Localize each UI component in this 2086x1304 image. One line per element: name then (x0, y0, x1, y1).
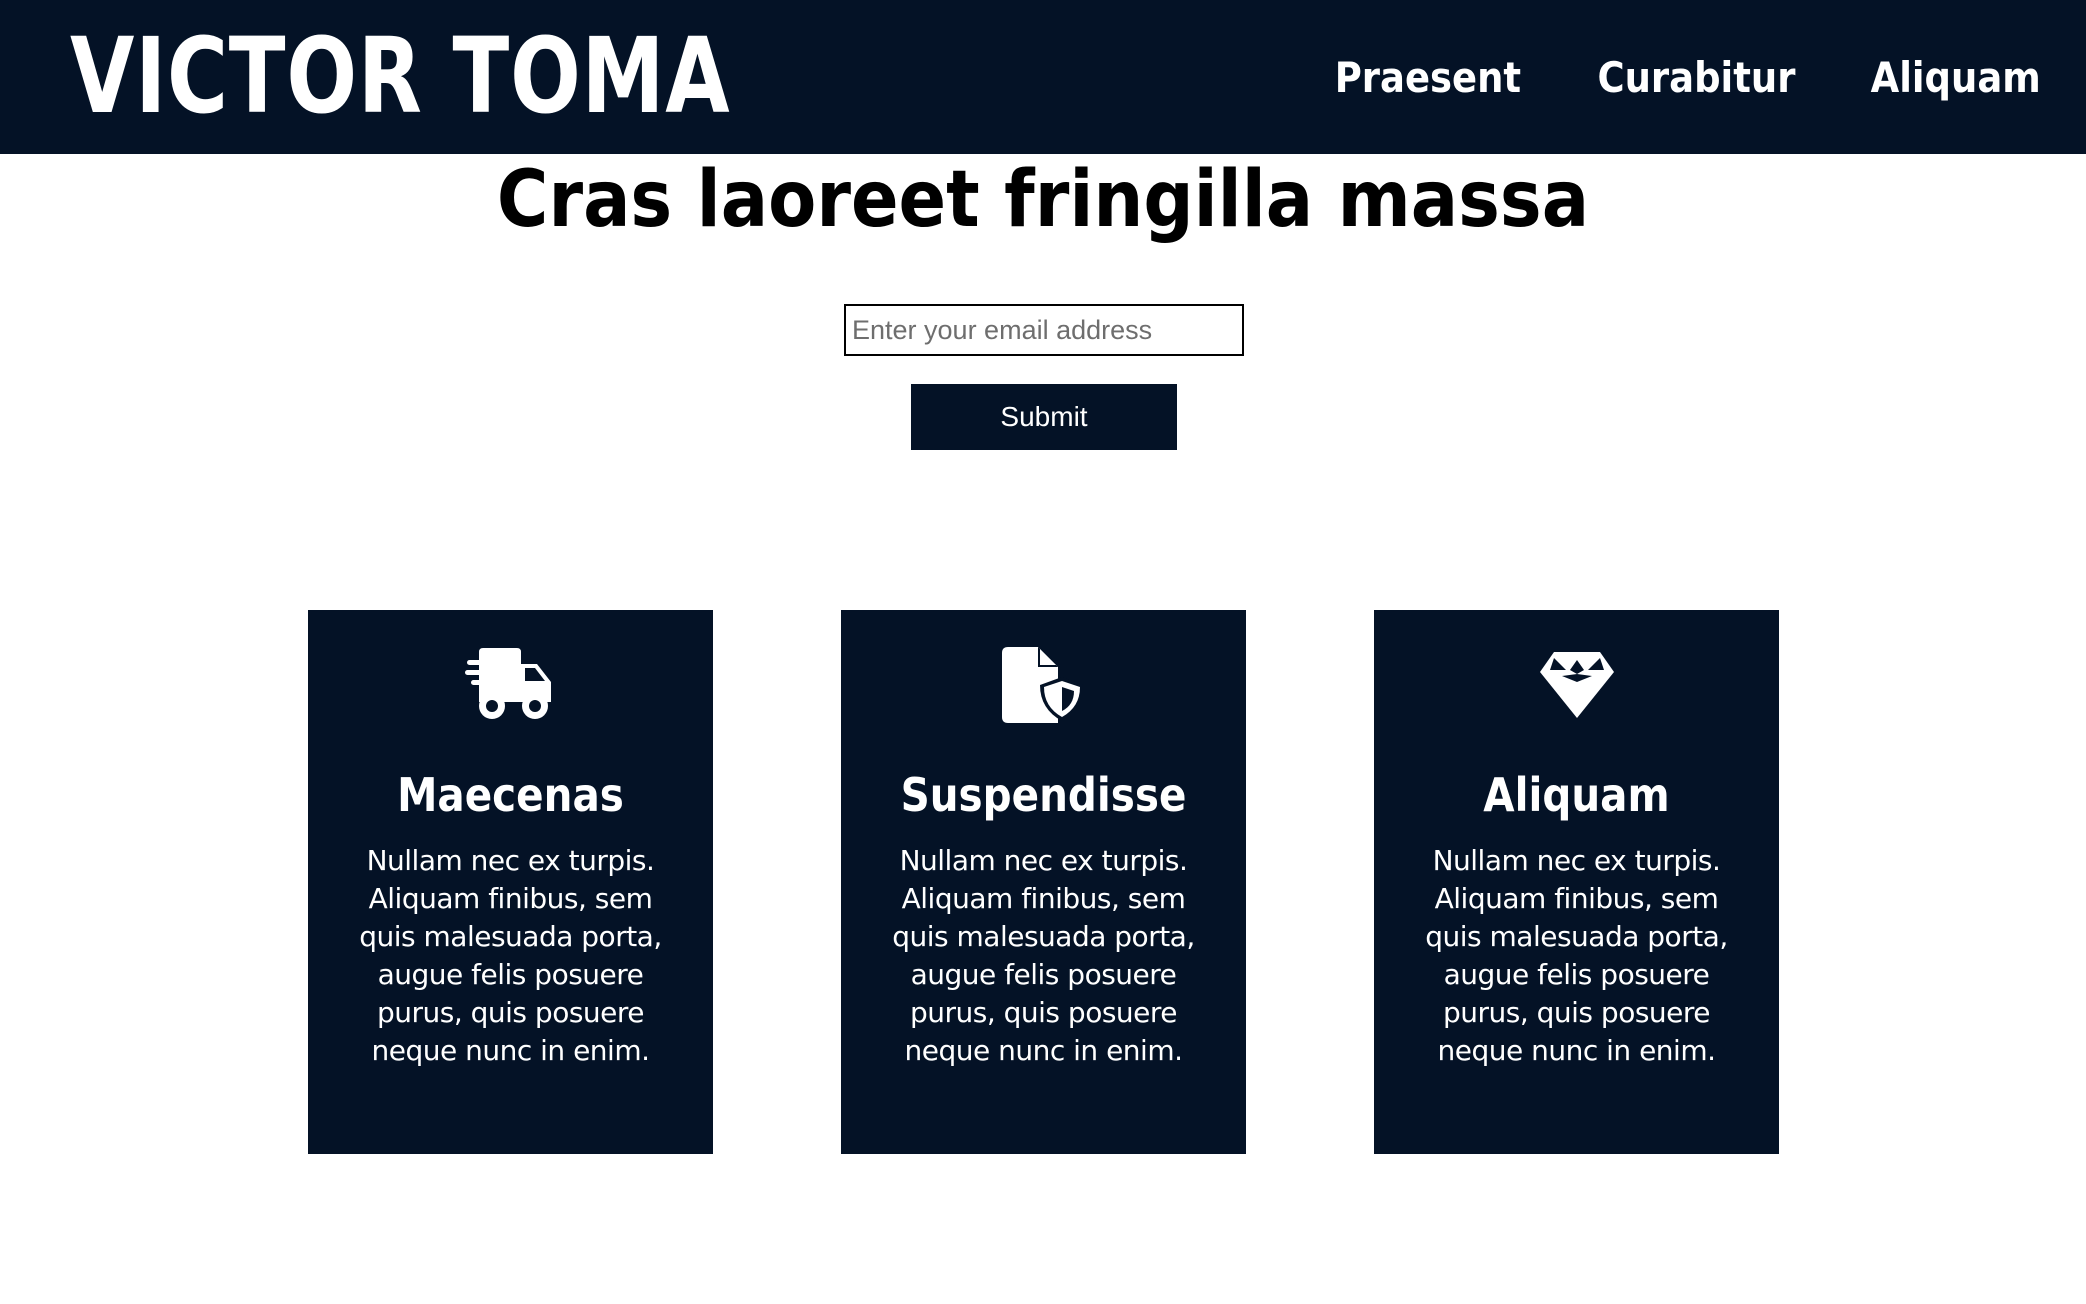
nav-link-aliquam[interactable]: Aliquam (1870, 53, 2040, 102)
feature-card-maecenas: Maecenas Nullam nec ex turpis. Aliquam f… (308, 610, 713, 1154)
card-title: Suspendisse (900, 768, 1187, 822)
feature-card-suspendisse: Suspendisse Nullam nec ex turpis. Aliqua… (841, 610, 1246, 1154)
site-header: VICTOR TOMA Praesent Curabitur Aliquam (0, 0, 2086, 154)
page-title: Cras laoreet fringilla massa (496, 155, 1590, 245)
card-title: Maecenas (397, 768, 624, 822)
card-text: Nullam nec ex turpis. Aliquam finibus, s… (1425, 844, 1728, 1067)
card-title: Aliquam (1483, 768, 1670, 822)
email-input[interactable] (844, 304, 1244, 356)
card-text: Nullam nec ex turpis. Aliquam finibus, s… (359, 844, 662, 1067)
main-nav: Praesent Curabitur Aliquam (1322, 0, 2052, 154)
feature-card-aliquam: Aliquam Nullam nec ex turpis. Aliquam fi… (1374, 610, 1779, 1154)
file-shield-icon (841, 640, 1246, 730)
delivery-truck-icon (308, 640, 713, 730)
brand-logo[interactable]: VICTOR TOMA (70, 6, 730, 146)
gem-icon (1374, 640, 1779, 730)
nav-link-curabitur[interactable]: Curabitur (1597, 53, 1795, 102)
submit-button[interactable]: Submit (911, 384, 1177, 450)
nav-link-praesent[interactable]: Praesent (1335, 53, 1521, 102)
card-text: Nullam nec ex turpis. Aliquam finibus, s… (892, 844, 1195, 1067)
